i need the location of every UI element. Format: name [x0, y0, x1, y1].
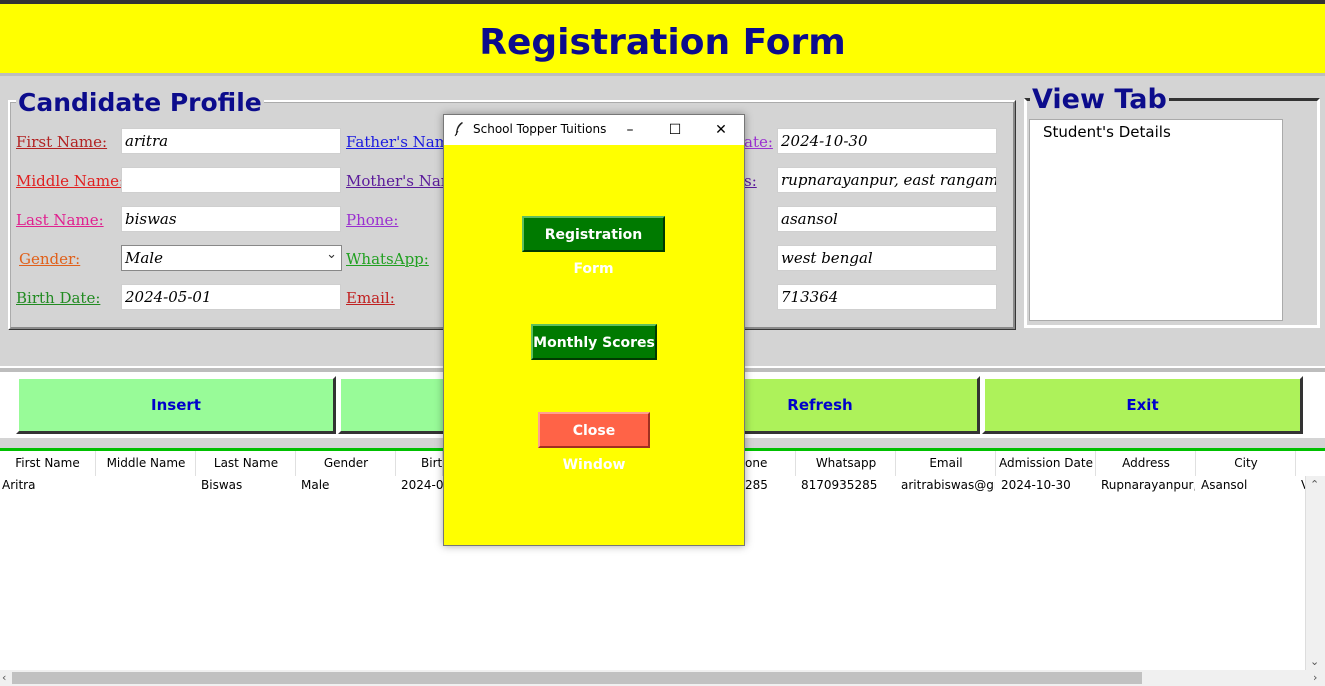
address-label: s: [744, 172, 757, 190]
address-input[interactable]: rupnarayanpur, east rangamatia [777, 167, 997, 193]
horizontal-scroll-thumb[interactable] [12, 672, 1142, 684]
cell-phone: 285 [745, 478, 768, 492]
column-header-phone[interactable]: one [745, 451, 796, 476]
gender-select[interactable]: Male ⌄ [121, 245, 342, 271]
close-icon[interactable]: ✕ [710, 119, 732, 141]
first-name-label: First Name: [16, 133, 108, 151]
admission-date-label: ate: [744, 133, 773, 151]
popup-title: School Topper Tuitions [473, 122, 607, 136]
whatsapp-label: WhatsApp: [346, 250, 429, 268]
view-tab-item-students-details[interactable]: Student's Details [1043, 123, 1171, 141]
city-input[interactable]: asansol [777, 206, 997, 232]
cell-address: Rupnarayanpur, E [1101, 478, 1195, 492]
cell-first-name: Aritra [2, 478, 36, 492]
view-tab-legend: View Tab [1030, 84, 1169, 115]
phone-label: Phone: [346, 211, 399, 229]
mothers-name-label: Mother's Nar [346, 172, 448, 190]
feather-icon [454, 122, 463, 137]
middle-name-input[interactable] [121, 167, 341, 193]
candidate-profile-legend: Candidate Profile [16, 88, 264, 117]
gender-select-value: Male [125, 249, 163, 267]
maximize-icon[interactable]: ☐ [664, 119, 686, 141]
first-name-input[interactable]: aritra [121, 128, 341, 154]
title-bar: Registration Form [0, 0, 1325, 76]
admission-date-input[interactable]: 2024-10-30 [777, 128, 997, 154]
popup-registration-form-button[interactable]: Registration Form [522, 216, 665, 277]
last-name-input[interactable]: biswas [121, 206, 341, 232]
email-label: Email: [346, 289, 395, 307]
column-header-whatsapp[interactable]: Whatsapp [797, 451, 896, 476]
column-header-last-name[interactable]: Last Name [197, 451, 296, 476]
birth-date-label: Birth Date: [16, 289, 101, 307]
column-header-city[interactable]: City [1197, 451, 1296, 476]
cell-whatsapp: 8170935285 [801, 478, 878, 492]
column-header-email[interactable]: Email [897, 451, 996, 476]
page-title: Registration Form [479, 22, 846, 63]
exit-button[interactable]: Exit [982, 376, 1303, 434]
scroll-down-icon[interactable]: ⌄ [1310, 655, 1319, 668]
cell-city: Asansol [1201, 478, 1248, 492]
school-topper-popup-window: School Topper Tuitions – ☐ ✕ Registratio… [443, 114, 745, 546]
middle-name-label: Middle Name: [16, 172, 125, 190]
popup-titlebar[interactable]: School Topper Tuitions – ☐ ✕ [444, 115, 744, 145]
column-header-address[interactable]: Address [1097, 451, 1196, 476]
insert-button[interactable]: Insert [16, 376, 336, 434]
pincode-input[interactable]: 713364 [777, 284, 997, 310]
gender-label: Gender: [19, 250, 81, 268]
last-name-label: Last Name: [16, 211, 104, 229]
chevron-down-icon: ⌄ [326, 247, 337, 262]
column-header-first-name[interactable]: First Name [0, 451, 96, 476]
scroll-up-icon[interactable]: ⌃ [1310, 478, 1319, 491]
cell-last-name: Biswas [201, 478, 243, 492]
fathers-name-label: Father's Nam [346, 133, 449, 151]
column-header-birth-date[interactable]: Birth [397, 451, 450, 476]
column-header-middle-name[interactable]: Middle Name [97, 451, 196, 476]
scroll-left-icon[interactable]: ‹ [2, 671, 6, 684]
cell-gender: Male [301, 478, 330, 492]
cell-admission-date: 2024-10-30 [1001, 478, 1071, 492]
cell-email: aritrabiswas@gm [901, 478, 995, 492]
minimize-icon[interactable]: – [619, 119, 641, 141]
popup-monthly-scores-button[interactable]: Monthly Scores [531, 324, 657, 360]
cell-birth-date: 2024-05 [401, 478, 443, 492]
view-tab-list[interactable]: Student's Details [1029, 119, 1283, 321]
birth-date-input[interactable]: 2024-05-01 [121, 284, 341, 310]
column-header-admission-date[interactable]: Admission Date [997, 451, 1096, 476]
popup-close-window-button[interactable]: Close Window [538, 412, 650, 473]
state-input[interactable]: west bengal [777, 245, 997, 271]
scroll-right-icon[interactable]: › [1313, 671, 1317, 684]
vertical-scrollbar[interactable] [1305, 476, 1325, 670]
column-header-gender[interactable]: Gender [297, 451, 396, 476]
